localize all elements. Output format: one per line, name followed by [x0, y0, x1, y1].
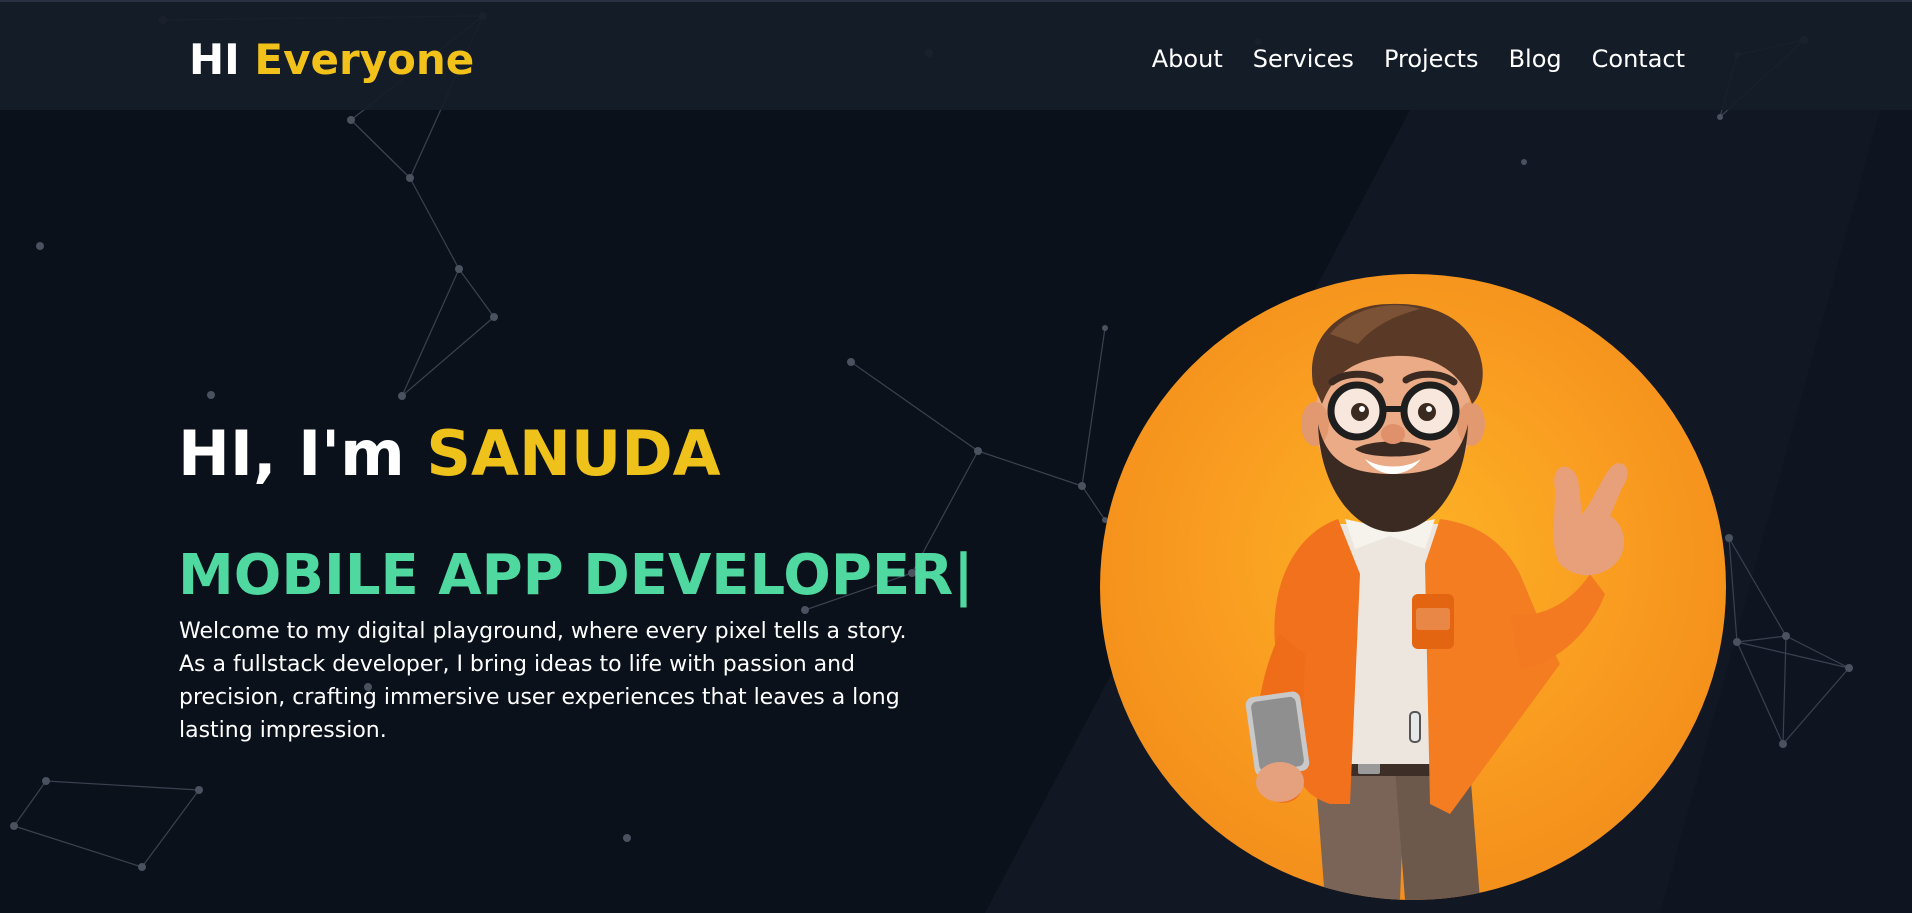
cartoon-developer-avatar-icon	[1245, 303, 1628, 900]
navbar: HI Everyone About Services Projects Blog…	[0, 0, 1912, 110]
main-nav: About Services Projects Blog Contact	[1152, 44, 1685, 74]
hero-role-typewriter: MOBILE APP DEVELOPER|	[178, 543, 974, 608]
logo-text-yellow: Everyone	[254, 35, 475, 84]
logo-text-white: HI	[189, 35, 240, 84]
site-logo[interactable]: HI Everyone	[189, 34, 474, 86]
nav-link-about[interactable]: About	[1152, 44, 1223, 74]
nav-link-services[interactable]: Services	[1253, 44, 1354, 74]
hero-bio: Welcome to my digital playground, where …	[179, 619, 907, 743]
hero-greeting-prefix: HI, I'm	[178, 417, 405, 490]
nav-link-contact[interactable]: Contact	[1592, 44, 1685, 74]
nav-link-projects[interactable]: Projects	[1384, 44, 1479, 74]
hero-greeting: HI, I'm SANUDA	[178, 418, 721, 490]
avatar	[1100, 274, 1726, 900]
nav-link-blog[interactable]: Blog	[1509, 44, 1562, 74]
page: HI Everyone About Services Projects Blog…	[0, 0, 1912, 913]
hero-name: SANUDA	[426, 417, 721, 490]
